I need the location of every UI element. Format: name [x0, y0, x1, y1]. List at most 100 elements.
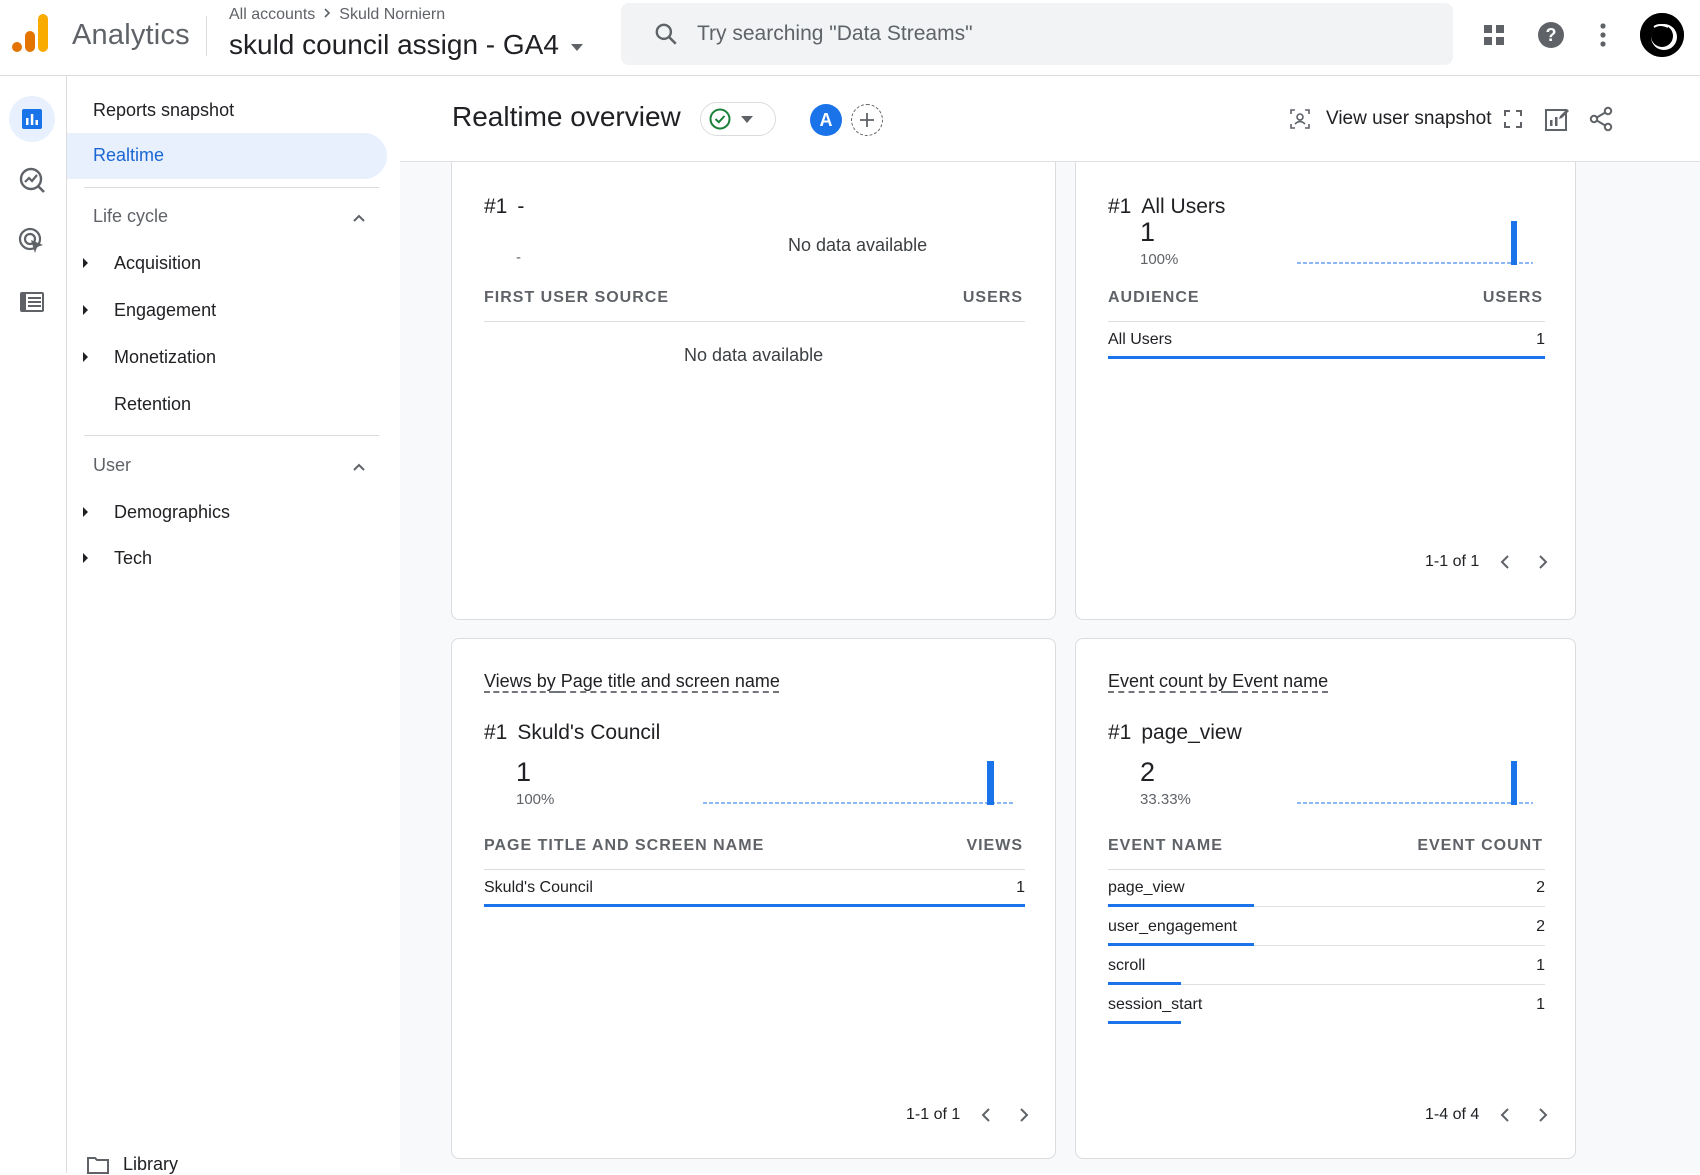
divider	[84, 435, 379, 436]
nav-item-label: Demographics	[114, 502, 231, 522]
row-value: 1	[1536, 331, 1545, 348]
column-header[interactable]: VIEWS	[966, 837, 1023, 855]
metric-value: 1	[516, 757, 532, 787]
nav-item-label: Monetization	[114, 347, 217, 367]
rank-name: page_view	[1141, 721, 1242, 744]
chevron-up-icon[interactable]	[349, 208, 369, 228]
chevron-right-icon[interactable]	[1531, 1103, 1555, 1127]
page-header: Realtime overview A View user snapshot	[400, 76, 1700, 162]
section-lifecycle[interactable]: Life cycle	[93, 206, 168, 227]
row-share-bar	[1108, 904, 1254, 907]
table-row[interactable]: user_engagement 2	[1108, 910, 1545, 946]
column-header[interactable]: USERS	[963, 289, 1023, 307]
search-input[interactable]	[697, 22, 1297, 46]
svg-text:?: ?	[1546, 25, 1557, 45]
chevron-left-icon[interactable]	[1493, 550, 1517, 574]
column-header[interactable]: AUDIENCE	[1108, 289, 1200, 307]
column-header[interactable]: EVENT COUNT	[1417, 837, 1543, 855]
help-icon[interactable]: ?	[1531, 15, 1571, 55]
card-title[interactable]: Event count by Event name	[1108, 671, 1328, 692]
card-title-prefix: Views by	[484, 671, 556, 691]
nav-realtime-label: Realtime	[93, 145, 165, 165]
chevron-up-icon[interactable]	[349, 457, 369, 477]
card-title-dimension[interactable]: Page title and screen name	[561, 671, 780, 691]
card-title-dimension[interactable]: Event name	[1232, 671, 1328, 691]
nav-library[interactable]: Library	[87, 1154, 178, 1175]
column-header[interactable]: PAGE TITLE AND SCREEN NAME	[484, 837, 764, 855]
rank-number: #1	[1108, 195, 1132, 218]
table-row[interactable]: scroll 1	[1108, 949, 1545, 985]
chevron-left-icon[interactable]	[974, 1103, 998, 1127]
nav-reports-snapshot[interactable]: Reports snapshot	[93, 100, 234, 121]
edit-report-icon[interactable]	[1540, 102, 1574, 136]
divider	[1108, 869, 1545, 870]
breadcrumb[interactable]: All accounts Skuld Norniern	[229, 6, 445, 24]
row-name: Skuld's Council	[484, 879, 593, 896]
expand-arrow-icon	[83, 553, 88, 563]
card-title-prefix: Event count by	[1108, 671, 1228, 691]
reports-icon[interactable]	[9, 96, 55, 142]
row-value: 1	[1536, 957, 1545, 974]
sparkline-chart	[703, 761, 1013, 805]
nav-item-retention[interactable]: Retention	[67, 385, 387, 425]
expand-arrow-icon	[83, 352, 88, 362]
nav-item-demographics[interactable]: Demographics	[67, 493, 387, 533]
chevron-right-icon[interactable]	[1531, 550, 1555, 574]
configure-list-icon[interactable]	[9, 279, 55, 325]
rank-name: Skuld's Council	[517, 721, 661, 744]
top-app-bar: Analytics All accounts Skuld Norniern sk…	[0, 0, 1700, 76]
caret-down-icon	[570, 43, 583, 51]
divider	[206, 16, 207, 56]
column-header[interactable]: USERS	[1483, 289, 1543, 307]
table-row[interactable]: Skuld's Council 1	[484, 871, 1025, 907]
share-icon[interactable]	[1584, 102, 1618, 136]
column-header[interactable]: EVENT NAME	[1108, 837, 1223, 855]
metric-value: 1	[1140, 217, 1156, 247]
card-title[interactable]: Views by Page title and screen name	[484, 671, 780, 692]
nav-item-acquisition[interactable]: Acquisition	[67, 244, 387, 284]
nav-library-label: Library	[123, 1154, 179, 1174]
fullscreen-icon[interactable]	[1496, 102, 1530, 136]
expand-arrow-icon	[83, 507, 88, 517]
pagination-label: 1-1 of 1	[906, 1106, 961, 1123]
advertising-icon[interactable]	[9, 218, 55, 264]
table-row[interactable]: All Users 1	[1108, 323, 1545, 359]
breadcrumb-item[interactable]: All accounts	[229, 6, 315, 24]
section-user[interactable]: User	[93, 455, 131, 476]
table-row[interactable]: session_start 1	[1108, 988, 1545, 1024]
avatar[interactable]	[1640, 13, 1684, 57]
card-audience: #1 All Users 1 100% AUDIENCE USERS All Us…	[1075, 136, 1576, 620]
chart-no-data: No data available	[788, 235, 928, 255]
nav-item-engagement[interactable]: Engagement	[67, 291, 387, 331]
rank-number: #1	[484, 721, 508, 744]
data-status-chip[interactable]	[700, 102, 776, 136]
column-header[interactable]: FIRST USER SOURCE	[484, 289, 669, 307]
more-vert-icon[interactable]	[1583, 15, 1623, 55]
product-name[interactable]: Analytics	[72, 19, 190, 52]
nav-item-monetization[interactable]: Monetization	[67, 338, 387, 378]
analytics-logo-icon[interactable]	[12, 14, 48, 52]
add-comparison-button[interactable]	[851, 104, 883, 136]
row-share-bar	[484, 904, 1025, 907]
explore-icon[interactable]	[9, 157, 55, 203]
nav-item-tech[interactable]: Tech	[67, 539, 387, 579]
table-row[interactable]: page_view 2	[1108, 871, 1545, 907]
chevron-left-icon[interactable]	[1493, 1103, 1517, 1127]
comparison-chip[interactable]: A	[810, 104, 842, 136]
nav-realtime[interactable]: Realtime	[67, 133, 387, 179]
breadcrumb-item[interactable]: Skuld Norniern	[339, 6, 445, 24]
divider	[484, 869, 1025, 870]
folder-icon	[87, 1156, 109, 1174]
nav-item-label: Retention	[114, 394, 192, 414]
row-value: 2	[1536, 918, 1545, 935]
property-selector[interactable]: skuld council assign - GA4	[229, 29, 583, 61]
search-bar[interactable]	[621, 3, 1453, 65]
apps-grid-icon[interactable]	[1474, 15, 1514, 55]
check-circle-icon	[709, 108, 731, 130]
expand-arrow-icon	[83, 258, 88, 268]
rank-name: -	[517, 195, 525, 218]
card-rank: #1 All Users	[1108, 195, 1225, 219]
view-user-snapshot-button[interactable]: View user snapshot	[1290, 102, 1491, 136]
chevron-right-icon[interactable]	[1012, 1103, 1036, 1127]
nav-item-label: Engagement	[114, 300, 217, 320]
